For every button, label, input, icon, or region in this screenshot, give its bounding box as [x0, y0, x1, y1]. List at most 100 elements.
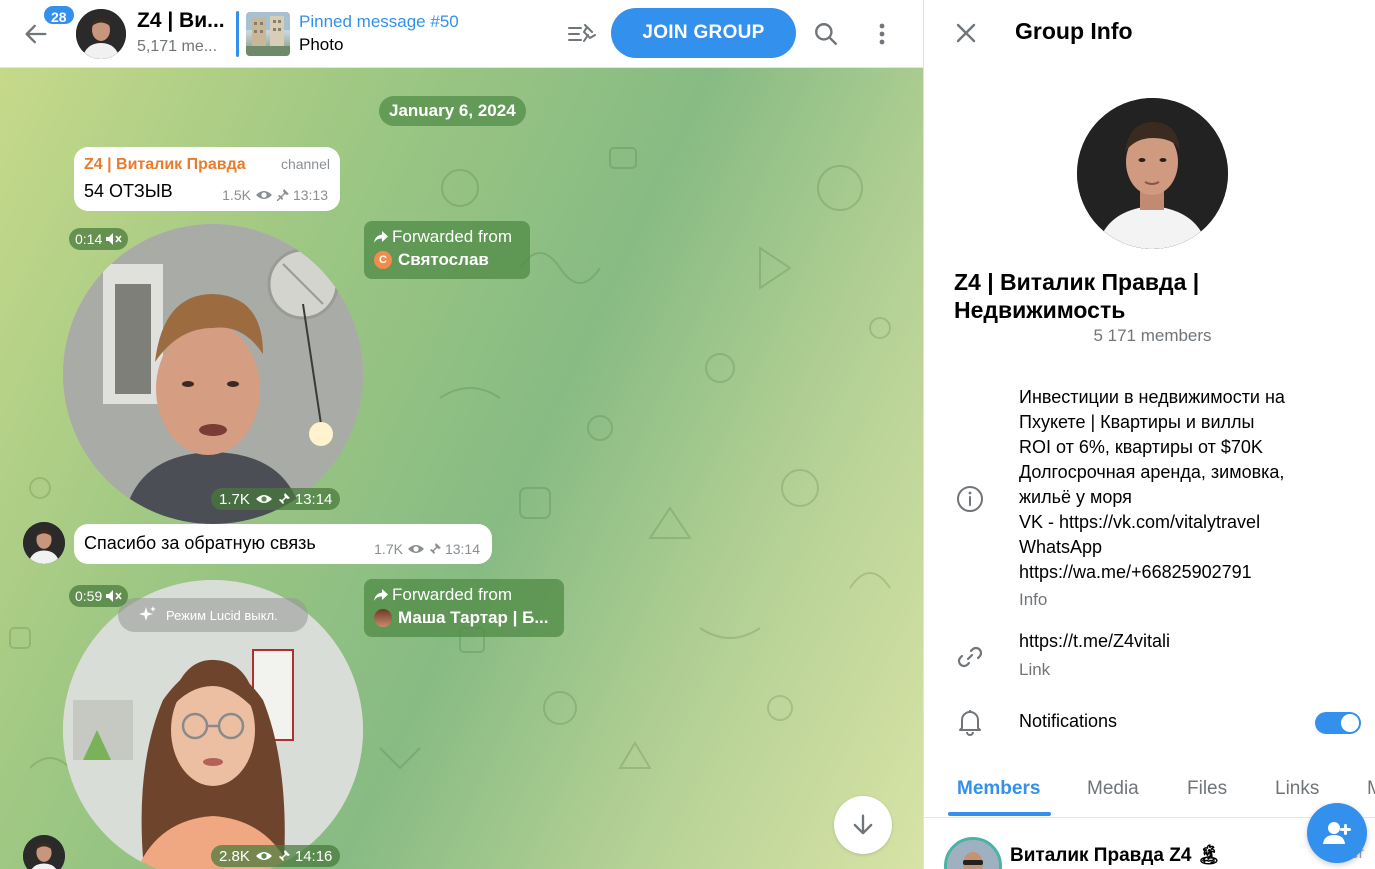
description-line: ROI от 6%, квартиры от $70K [1019, 437, 1263, 457]
message-text: Спасибо за обратную связь [84, 533, 316, 553]
views-eye-icon [255, 495, 272, 503]
description-caption: Info [1019, 590, 1048, 609]
video-meta: 2.8K 14:16 [211, 845, 341, 867]
description-link-whatsapp[interactable]: https://wa.me/+66825902791 [1019, 560, 1359, 585]
tab-more[interactable]: M [1367, 778, 1375, 800]
member-name-text: Виталик Правда Z4 [1010, 845, 1192, 866]
video-meta: 1.7K 13:14 [211, 488, 341, 510]
forwarded-source-name[interactable]: Маша Тартар | Б... [398, 608, 549, 628]
lucid-mode-overlay[interactable]: Режим Lucid выкл. [118, 598, 308, 632]
sender-avatar[interactable] [23, 522, 65, 564]
tab-media[interactable]: Media [1087, 778, 1139, 800]
message-time: 13:14 [444, 541, 480, 557]
info-tabs: Members Media Files Links M [924, 768, 1375, 818]
group-avatar[interactable] [1077, 98, 1228, 249]
bell-icon [959, 710, 981, 736]
view-count: 1.7K [374, 541, 403, 557]
chat-background[interactable]: January 6, 2024 Z4 | Виталик Правда chan… [0, 68, 923, 869]
group-description: Инвестиции в недвижимости на Пхукете | К… [1019, 385, 1359, 585]
description-line: жильё у моря [1019, 487, 1132, 507]
scroll-to-bottom-button[interactable] [834, 796, 892, 854]
message-bubble[interactable]: Спасибо за обратную связь 1.7K 13:14 [74, 524, 492, 564]
message-meta: 1.5K 13:13 [222, 187, 328, 203]
video-duration: 0:59 [69, 585, 129, 607]
sender-tag: channel [280, 156, 330, 172]
views-eye-icon [255, 852, 272, 860]
pin-icon [429, 543, 441, 554]
notifications-label: Notifications [1019, 711, 1118, 731]
forwarded-label: Forwarded from [392, 585, 512, 604]
duration-text: 0:14 [75, 231, 103, 247]
palm-island-icon: 🏝 [1196, 845, 1221, 866]
pin-icon [276, 189, 289, 201]
sparkle-icon [139, 606, 156, 621]
member-name[interactable]: Виталик Правда Z4 🏝 [1010, 843, 1221, 867]
link-icon [957, 646, 983, 668]
lucid-mode-text: Режим Lucid выкл. [166, 607, 278, 623]
info-circle-icon [957, 486, 983, 512]
active-tab-indicator [948, 812, 1051, 816]
forwarded-avatar [374, 609, 392, 627]
pinned-indicator-bar [236, 11, 239, 57]
message-time: 13:14 [294, 490, 333, 508]
link-row-icon [954, 641, 986, 673]
description-line: WhatsApp [1019, 537, 1103, 557]
forward-arrow-icon [374, 231, 388, 243]
forwarded-source-row[interactable]: С Святослав [374, 250, 520, 270]
forwarded-source-name[interactable]: Святослав [398, 250, 489, 270]
message-bubble[interactable]: Z4 | Виталик Правда channel 54 ОТЗЫВ 1.5… [74, 147, 340, 211]
toggle-knob [1341, 714, 1359, 732]
arrow-down-icon [853, 814, 873, 835]
pinned-list-button[interactable] [562, 16, 600, 52]
notifications-row-icon [954, 706, 986, 738]
view-count: 2.8K [219, 847, 250, 865]
muted-speaker-icon [106, 233, 122, 245]
tab-members[interactable]: Members [957, 778, 1040, 800]
message-time: 13:13 [292, 187, 328, 203]
forwarded-source-row[interactable]: Маша Тартар | Б... [374, 608, 554, 628]
search-button[interactable] [806, 14, 846, 54]
close-button[interactable] [946, 13, 986, 53]
description-line: Инвестиции в недвижимости на [1019, 387, 1285, 407]
views-eye-icon [255, 191, 272, 199]
panel-title: Group Info [1015, 18, 1133, 44]
add-member-button[interactable] [1307, 803, 1367, 863]
back-arrow-icon [25, 24, 47, 44]
message-meta: 1.7K 13:14 [374, 541, 480, 557]
notifications-toggle[interactable] [1315, 712, 1361, 734]
sender-avatar[interactable] [23, 835, 65, 869]
pinned-message-text[interactable]: Photo [299, 35, 343, 55]
member-avatar [944, 837, 1002, 869]
video-message[interactable] [63, 224, 363, 524]
description-link-vk[interactable]: VK - https://vk.com/vitalytravel [1019, 510, 1359, 535]
muted-speaker-icon [106, 590, 122, 602]
join-group-button[interactable]: JOIN GROUP [611, 8, 796, 58]
views-eye-icon [407, 545, 424, 553]
add-user-icon [1323, 822, 1351, 844]
tab-files[interactable]: Files [1187, 778, 1227, 800]
chat-avatar[interactable] [76, 9, 126, 59]
tab-links[interactable]: Links [1275, 778, 1319, 800]
unread-badge: 28 [42, 4, 76, 26]
pinned-list-icon [568, 24, 596, 42]
message-sender[interactable]: Z4 | Виталик Правда [84, 156, 246, 174]
members-count: 5 171 members [1093, 326, 1212, 345]
forwarded-badge[interactable]: Forwarded from Маша Тартар | Б... [364, 579, 564, 637]
chat-title[interactable]: Z4 | Ви... [137, 9, 225, 33]
pinned-message-title[interactable]: Pinned message #50 [299, 12, 459, 32]
pinned-thumbnail[interactable] [246, 12, 290, 56]
video-duration: 0:14 [69, 228, 129, 250]
view-count: 1.5K [222, 187, 251, 203]
group-link[interactable]: https://t.me/Z4vitali [1019, 631, 1170, 652]
forward-arrow-icon [374, 589, 388, 601]
forwarded-avatar: С [374, 251, 392, 269]
chat-panel: 28 Z4 | Ви... 5,171 me... Pinned message… [0, 0, 923, 869]
member-list-item[interactable]: Виталик Правда Z4 🏝 er [944, 835, 1364, 869]
chat-member-count: 5,171 me... [137, 38, 218, 55]
forwarded-badge[interactable]: Forwarded from С Святослав [364, 221, 530, 279]
pin-icon [278, 493, 290, 504]
group-info-panel: Group Info Z4 | Виталик Правда | Недвижи… [923, 0, 1375, 869]
view-count: 1.7K [219, 490, 250, 508]
chat-header: 28 Z4 | Ви... 5,171 me... Pinned message… [0, 0, 923, 68]
more-menu-button[interactable] [862, 14, 902, 54]
